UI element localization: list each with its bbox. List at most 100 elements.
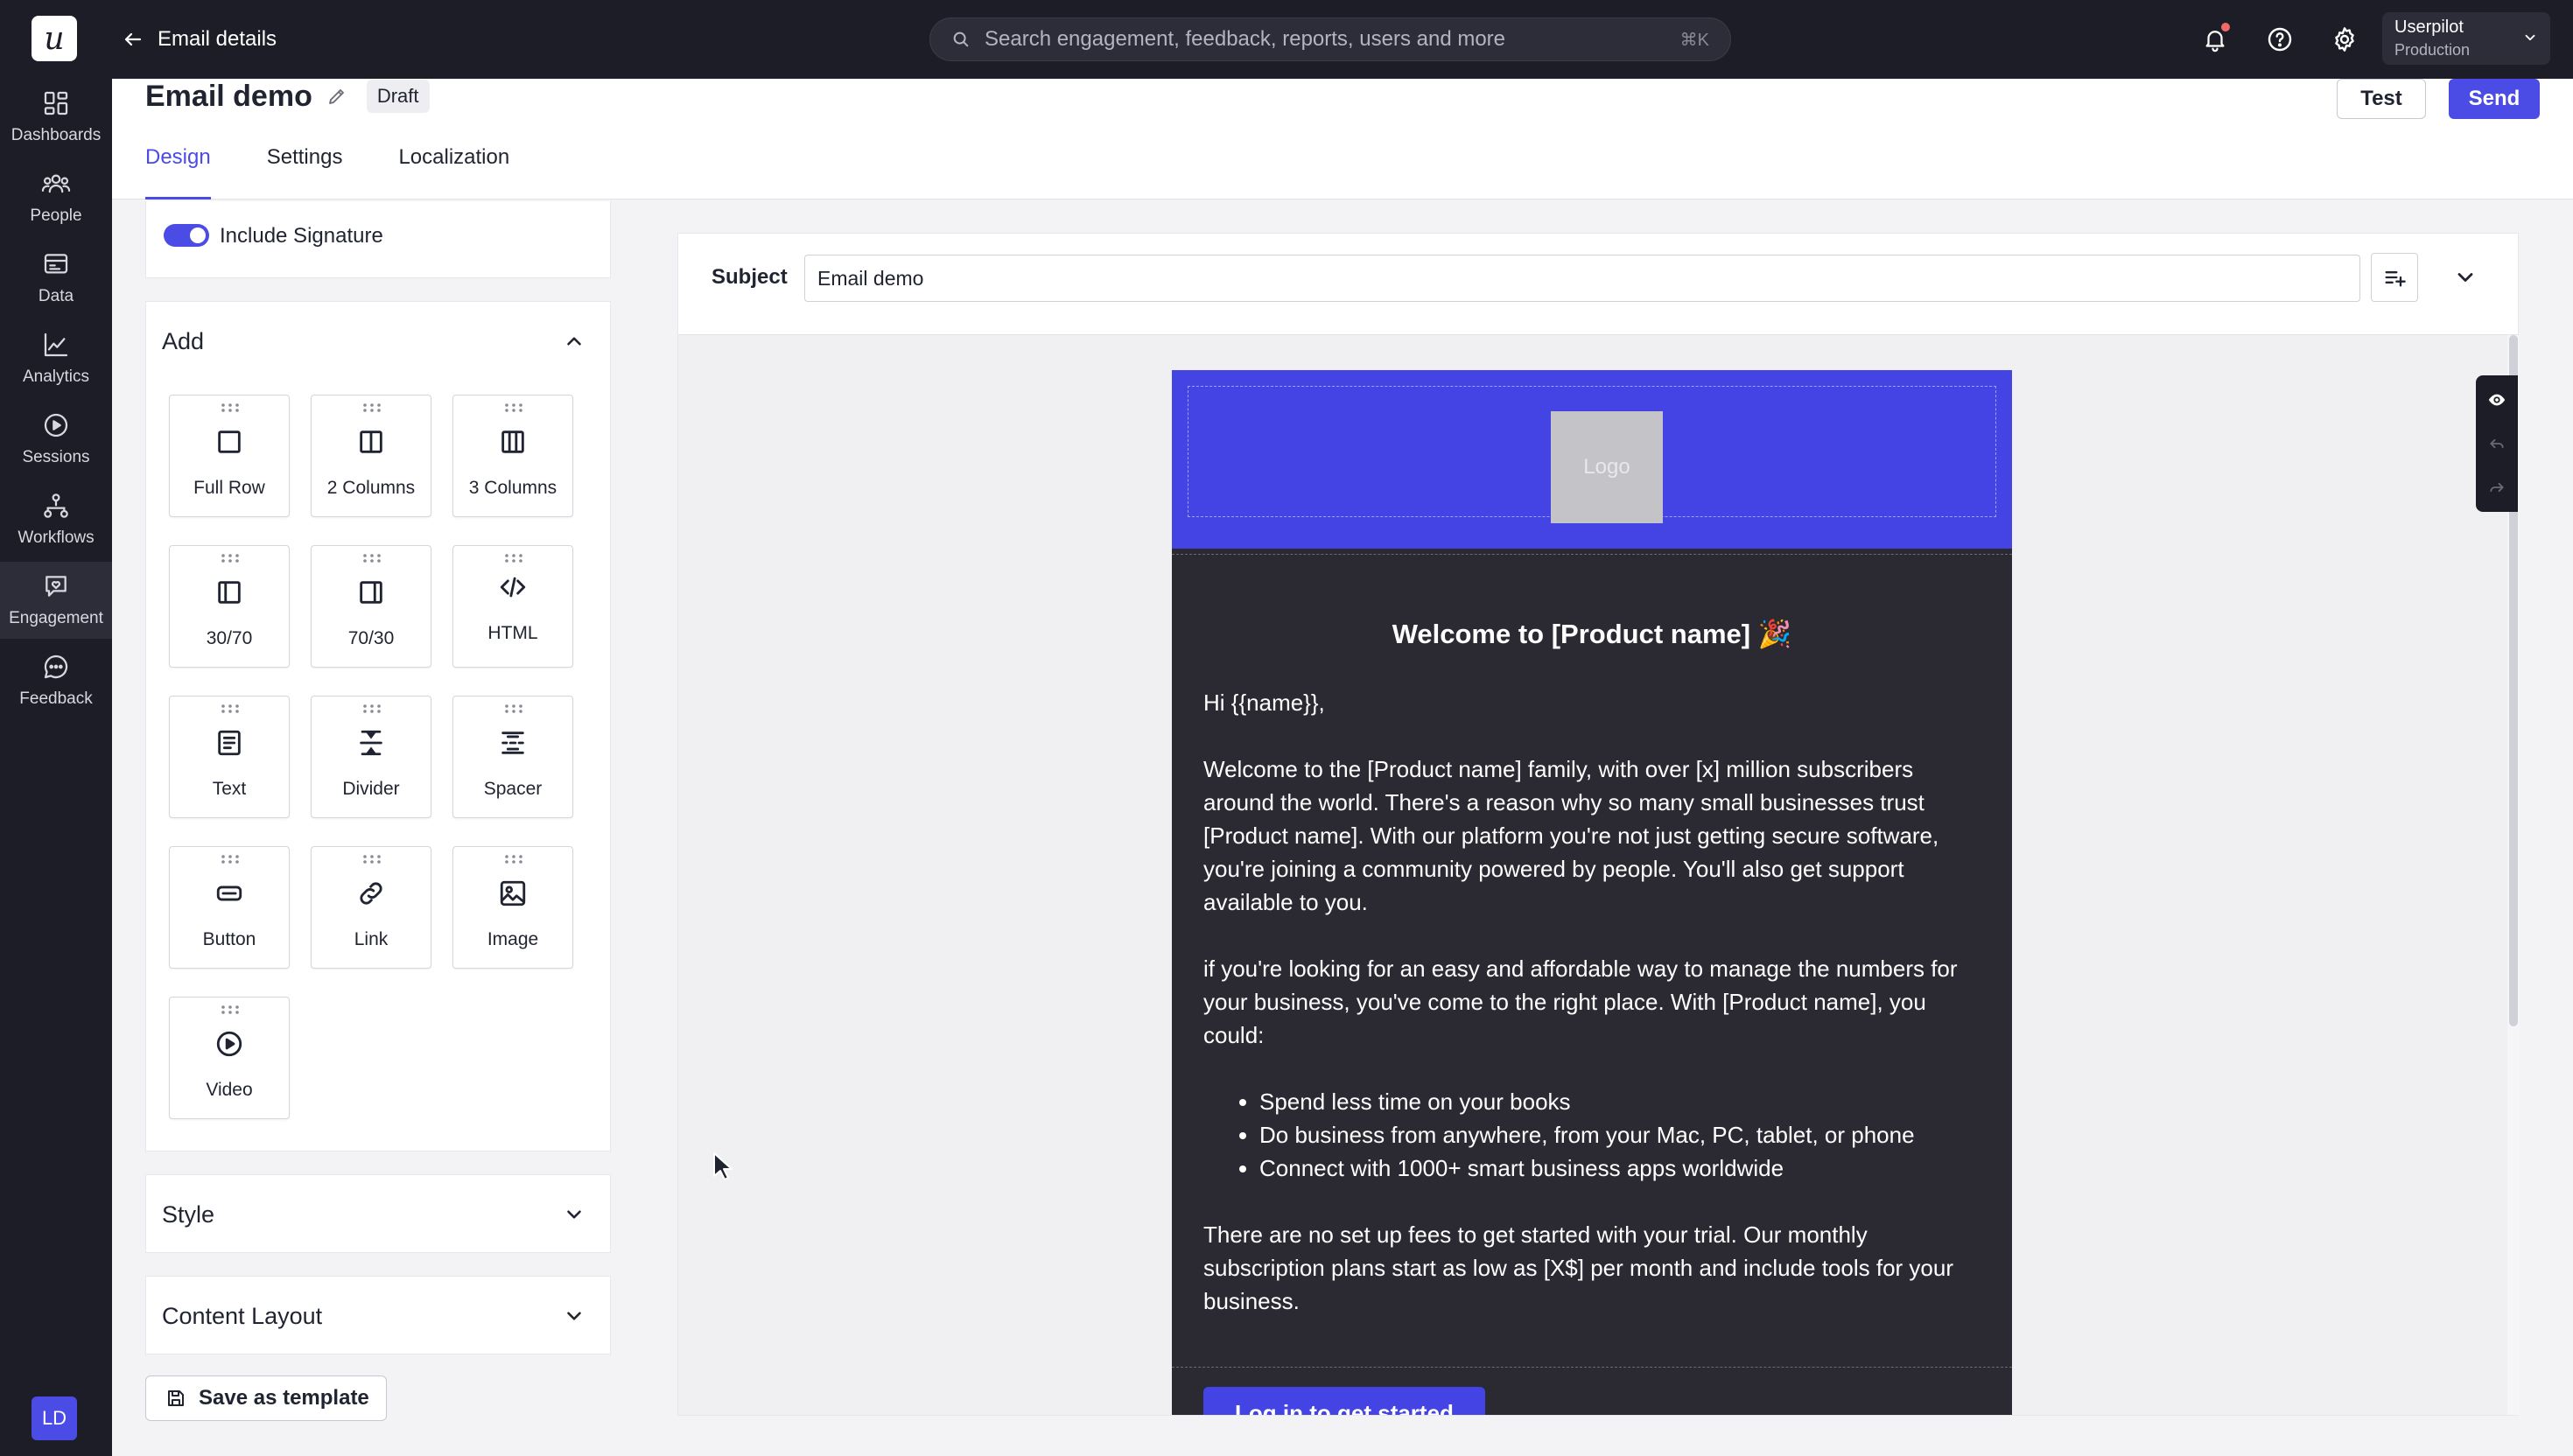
- insert-variable-button[interactable]: [2371, 253, 2418, 302]
- play-circle-icon: [44, 413, 68, 438]
- include-signature-toggle[interactable]: [164, 224, 209, 247]
- add-section-title: Add: [162, 328, 205, 354]
- email-paragraph-2: if you're looking for an easy and afford…: [1203, 956, 1958, 1048]
- block-label: Divider: [342, 779, 400, 799]
- send-button[interactable]: Send: [2449, 79, 2540, 119]
- redo-icon: [2490, 482, 2504, 493]
- block-text[interactable]: Text: [169, 696, 290, 818]
- nav-item-people[interactable]: People: [0, 159, 112, 236]
- title-row: Email demo Draft: [145, 79, 430, 114]
- nav-item-data[interactable]: Data: [0, 240, 112, 317]
- tab-bar: Design Settings Localization: [145, 145, 509, 200]
- gear-icon: [2335, 27, 2354, 52]
- nav-label: Data: [38, 287, 74, 305]
- block-30-70[interactable]: 30/70: [169, 545, 290, 668]
- style-section[interactable]: Style: [145, 1174, 611, 1253]
- nav-label: Workflows: [18, 528, 95, 547]
- subject-bar: Subject Email demo: [678, 234, 2518, 335]
- block-divider[interactable]: Divider: [311, 696, 431, 818]
- block-two-columns[interactable]: 2 Columns: [311, 395, 431, 517]
- people-icon: [41, 174, 71, 193]
- block-button[interactable]: Button: [169, 846, 290, 969]
- chevron-up-icon[interactable]: [563, 330, 585, 353]
- tab-settings[interactable]: Settings: [267, 145, 343, 200]
- email-paragraph-1: Welcome to the [Product name] family, wi…: [1203, 756, 1939, 915]
- top-bar: u Email details Search engagement, feedb…: [0, 0, 2573, 79]
- chevron-down-icon: [567, 1210, 581, 1219]
- nav-item-analytics[interactable]: Analytics: [0, 320, 112, 397]
- block-label: HTML: [487, 623, 538, 643]
- block-image[interactable]: Image: [452, 846, 573, 969]
- test-button[interactable]: Test: [2337, 79, 2426, 119]
- mouse-cursor-icon: [713, 1152, 733, 1180]
- avatar-initials: LD: [41, 1407, 67, 1429]
- email-canvas: Logo Welcome to [Product name] 🎉 Hi {{na…: [678, 335, 2509, 1415]
- email-header-row[interactable]: Logo: [1172, 370, 2012, 549]
- nav-item-dashboards[interactable]: Dashboards: [0, 79, 112, 156]
- nav-label: People: [30, 206, 82, 225]
- layout-30-70-icon: [218, 581, 241, 604]
- back-label: Email details: [158, 27, 277, 51]
- save-as-template-label: Save as template: [199, 1386, 369, 1410]
- tab-localization[interactable]: Localization: [398, 145, 509, 200]
- nav-item-workflows[interactable]: Workflows: [0, 481, 112, 558]
- nav-label: Dashboards: [11, 126, 102, 144]
- full-row-icon: [218, 430, 241, 453]
- block-70-30[interactable]: 70/30: [311, 545, 431, 668]
- three-columns-icon: [501, 430, 524, 453]
- user-avatar[interactable]: LD: [32, 1396, 77, 1440]
- divider-icon: [360, 730, 382, 756]
- style-section-title: Style: [162, 1201, 215, 1228]
- preview-button[interactable]: [2486, 389, 2507, 410]
- link-icon: [360, 882, 382, 905]
- block-full-row[interactable]: Full Row: [169, 395, 290, 517]
- chevron-down-icon[interactable]: [2453, 265, 2478, 290]
- subject-value: Email demo: [817, 266, 924, 290]
- email-bullet-list: Spend less time on your books Do busines…: [1259, 1085, 1986, 1185]
- block-three-columns[interactable]: 3 Columns: [452, 395, 573, 517]
- userpilot-logo[interactable]: u: [32, 16, 77, 61]
- subject-input[interactable]: Email demo: [804, 255, 2360, 302]
- signature-toggle-row: Include Signature: [145, 201, 611, 278]
- logo-placeholder[interactable]: Logo: [1551, 411, 1663, 523]
- account-switcher[interactable]: Userpilot Production: [2382, 12, 2550, 65]
- nav-item-feedback[interactable]: Feedback: [0, 642, 112, 719]
- nav-item-engagement[interactable]: Engagement: [0, 562, 112, 639]
- pencil-icon[interactable]: [326, 86, 347, 107]
- redo-button[interactable]: [2486, 477, 2507, 498]
- content-layout-section[interactable]: Content Layout: [145, 1276, 611, 1354]
- undo-icon: [2490, 438, 2504, 449]
- drag-handle-icon: [505, 704, 522, 713]
- drag-handle-icon: [505, 403, 522, 412]
- layout-70-30-icon: [360, 581, 382, 604]
- drag-handle-icon: [363, 554, 381, 563]
- block-label: Link: [354, 929, 389, 949]
- search-shortcut: ⌘K: [1679, 30, 1709, 50]
- nav-label: Feedback: [19, 690, 93, 708]
- help-icon: [2268, 27, 2292, 52]
- block-link[interactable]: Link: [311, 846, 431, 969]
- help-button[interactable]: [2261, 21, 2298, 58]
- drag-handle-icon: [505, 554, 522, 563]
- block-video[interactable]: Video: [169, 997, 290, 1119]
- block-html[interactable]: HTML: [452, 545, 573, 668]
- email-body-row[interactable]: Welcome to [Product name] 🎉 Hi {{name}},…: [1172, 554, 2012, 1368]
- list-item: Spend less time on your books: [1259, 1085, 1986, 1118]
- email-cta-button[interactable]: Log in to get started: [1203, 1387, 1485, 1415]
- search-input[interactable]: Search engagement, feedback, reports, us…: [929, 18, 1731, 61]
- email-paragraph-3: There are no set up fees to get started …: [1203, 1222, 1953, 1314]
- chat-icon: [44, 654, 68, 679]
- logo-placeholder-text: Logo: [1583, 455, 1630, 479]
- block-spacer[interactable]: Spacer: [452, 696, 573, 818]
- add-blocks-panel: Add Full Row 2 Columns 3 Columns 30/70 7…: [145, 301, 611, 1152]
- settings-button[interactable]: [2326, 21, 2363, 58]
- undo-button[interactable]: [2486, 433, 2507, 454]
- nav-item-sessions[interactable]: Sessions: [0, 401, 112, 478]
- drag-handle-icon: [505, 855, 522, 864]
- email-greeting: Hi {{name}},: [1203, 690, 1325, 716]
- save-as-template-button[interactable]: Save as template: [145, 1376, 387, 1421]
- notifications-button[interactable]: [2197, 21, 2233, 58]
- tab-design[interactable]: Design: [145, 145, 211, 200]
- back-link[interactable]: Email details: [123, 21, 277, 58]
- list-add-icon: [2385, 271, 2406, 287]
